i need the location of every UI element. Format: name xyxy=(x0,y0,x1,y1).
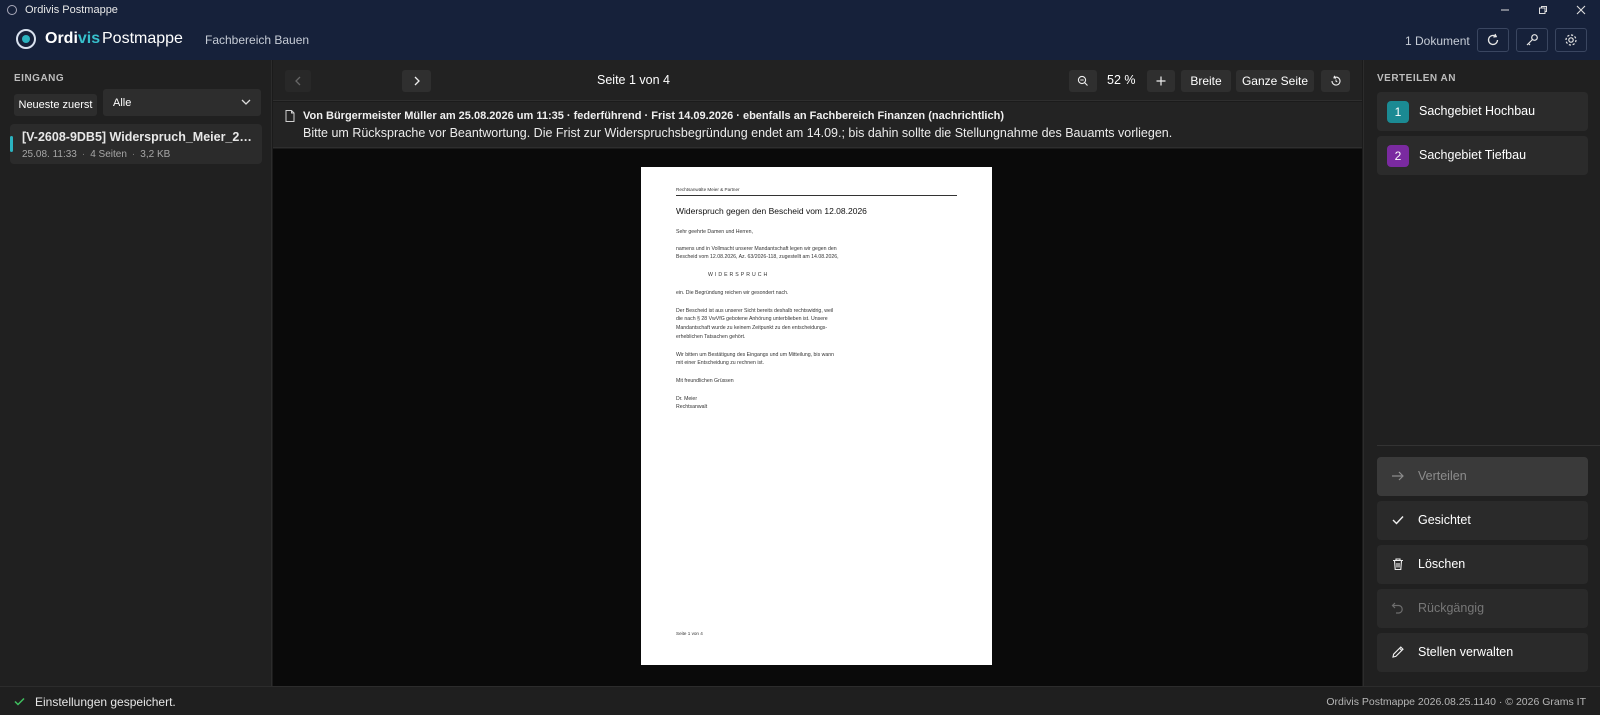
letterhead: Rechtsanwälte Meier & Partner xyxy=(676,187,740,192)
manage-targets-button[interactable]: Stellen verwalten xyxy=(1377,633,1588,672)
close-icon xyxy=(1576,5,1586,15)
salutation: Sehr geehrte Damen und Herren, xyxy=(676,229,753,235)
note-text: Bitte um Rücksprache vor Beantwortung. D… xyxy=(303,126,1173,140)
selection-indicator xyxy=(10,136,13,152)
filter-value: Alle xyxy=(113,96,132,109)
target-hochbau[interactable]: 1 Sachgebiet Hochbau xyxy=(1377,92,1588,131)
minimize-icon xyxy=(1501,9,1509,11)
divider xyxy=(1377,445,1600,446)
refresh-icon xyxy=(1487,33,1499,46)
distribute-label-text: Verteilen xyxy=(1418,469,1467,483)
delete-label: Löschen xyxy=(1418,557,1466,571)
chevron-left-icon xyxy=(295,76,301,86)
signer-title: Rechtsanwalt xyxy=(676,404,708,410)
item-title: [V-2608-9DB5] Widerspruch_Meier_2026.pdf xyxy=(22,130,258,144)
fit-width-button[interactable]: Breite xyxy=(1181,70,1231,92)
keyword-line: WIDERSPRUCH xyxy=(708,272,770,278)
pencil-icon xyxy=(1392,646,1404,658)
brand-name: Ordivis xyxy=(45,30,101,47)
undo-icon xyxy=(1391,602,1403,614)
rotate-button[interactable] xyxy=(1321,70,1350,92)
logo-icon xyxy=(16,29,36,49)
restore-button[interactable] xyxy=(1524,0,1562,20)
manage-label: Stellen verwalten xyxy=(1418,645,1514,659)
chevron-down-icon xyxy=(241,99,251,105)
note-header: Von Bürgermeister Müller am 25.08.2026 u… xyxy=(303,110,1004,122)
department-label: Fachbereich Bauen xyxy=(205,33,310,47)
chevron-right-icon xyxy=(414,76,420,86)
status-bar: Einstellungen gespeichert. Ordivis Postm… xyxy=(0,686,1600,715)
viewer-toolbar: Seite 1 von 4 52 % Breite Ganze Seite xyxy=(273,60,1362,101)
item-date: 25.08. 11:33 xyxy=(22,149,77,160)
document-count: 1 Dokument xyxy=(1405,34,1470,48)
delete-button[interactable]: Löschen xyxy=(1377,545,1588,584)
page-indicator: Seite 1 von 4 xyxy=(597,73,670,87)
next-page-button[interactable] xyxy=(402,70,431,92)
title-bar: Ordivis Postmappe xyxy=(0,0,1600,20)
zoom-in-button[interactable] xyxy=(1147,70,1175,92)
page-footer: Seite 1 von 4 xyxy=(676,631,703,636)
distribute-label: VERTEILEN AN xyxy=(1377,73,1456,84)
close-button[interactable] xyxy=(1562,0,1600,20)
item-size: 3,2 KB xyxy=(140,149,171,160)
check-icon xyxy=(1392,516,1404,525)
key-icon xyxy=(1526,34,1538,46)
target-number: 2 xyxy=(1387,145,1409,167)
paragraph-line: die nach § 28 VwVfG gebotene Anhörung un… xyxy=(676,316,828,322)
app-header: Ordivis Postmappe Fachbereich Bauen 1 Do… xyxy=(0,20,1600,60)
target-label: Sachgebiet Tiefbau xyxy=(1419,148,1527,162)
paragraph-line: erheblichen Tatsachen gehört. xyxy=(676,334,746,340)
item-meta: 25.08. 11:33 · 4 Seiten · 3,2 KB xyxy=(22,149,171,160)
distribute-button[interactable]: Verteilen xyxy=(1377,457,1588,496)
trash-icon xyxy=(1393,558,1403,571)
minimize-button[interactable] xyxy=(1486,0,1524,20)
routing-note: Von Bürgermeister Müller am 25.08.2026 u… xyxy=(273,102,1362,148)
gear-icon xyxy=(1565,34,1577,46)
item-pages: 4 Seiten xyxy=(90,149,127,160)
seen-button[interactable]: Gesichtet xyxy=(1377,501,1588,540)
key-button[interactable] xyxy=(1516,28,1548,52)
document-heading: Widerspruch gegen den Bescheid vom 12.08… xyxy=(676,206,867,216)
arrow-right-icon xyxy=(1392,471,1404,481)
seen-label: Gesichtet xyxy=(1418,513,1471,527)
check-icon xyxy=(14,697,25,706)
document-icon xyxy=(285,110,295,122)
distribution-panel: VERTEILEN AN 1 Sachgebiet Hochbau 2 Sach… xyxy=(1363,60,1600,686)
fit-page-button[interactable]: Ganze Seite xyxy=(1236,70,1314,92)
letterhead-rule xyxy=(676,195,957,196)
list-item[interactable]: [V-2608-9DB5] Widerspruch_Meier_2026.pdf… xyxy=(10,124,262,164)
zoom-out-button[interactable] xyxy=(1069,70,1097,92)
settings-button[interactable] xyxy=(1555,28,1587,52)
zoom-level: 52 % xyxy=(1107,73,1136,87)
target-tiefbau[interactable]: 2 Sachgebiet Tiefbau xyxy=(1377,136,1588,175)
sort-button[interactable]: Neueste zuerst xyxy=(14,94,97,116)
zoom-out-icon xyxy=(1077,75,1088,86)
window-controls xyxy=(1486,0,1600,20)
brand-subtitle: Postmappe xyxy=(102,30,183,47)
inbox-panel: EINGANG Neueste zuerst Alle [V-2608-9DB5… xyxy=(0,60,272,686)
refresh-button[interactable] xyxy=(1477,28,1509,52)
app-icon xyxy=(7,5,17,15)
paragraph-line: Mandantschaft wurde zu keinem Zeitpunkt … xyxy=(676,325,828,331)
inbox-label: EINGANG xyxy=(14,73,65,84)
window-title: Ordivis Postmappe xyxy=(25,4,118,16)
prev-page-button[interactable] xyxy=(285,70,311,92)
target-label: Sachgebiet Hochbau xyxy=(1419,104,1536,118)
undo-button[interactable]: Rückgängig xyxy=(1377,589,1588,628)
undo-label: Rückgängig xyxy=(1418,601,1485,615)
status-message: Einstellungen gespeichert. xyxy=(35,695,176,709)
rotate-icon xyxy=(1330,75,1341,86)
filter-select[interactable]: Alle xyxy=(103,89,261,116)
document-page: Rechtsanwälte Meier & Partner Widerspruc… xyxy=(641,167,992,665)
paragraph-line: Bescheid vom 12.08.2026, Az. 63/2026-118… xyxy=(676,254,839,260)
paragraph-line: ein. Die Begründung reichen wir gesonder… xyxy=(676,290,789,296)
plus-icon xyxy=(1156,76,1166,86)
restore-icon xyxy=(1539,6,1547,14)
closing: Mit freundlichen Grüssen xyxy=(676,378,734,384)
version-info: Ordivis Postmappe 2026.08.25.1140 · © 20… xyxy=(1326,696,1586,708)
target-number: 1 xyxy=(1387,101,1409,123)
paragraph-line: mit einer Entscheidung zu rechnen ist. xyxy=(676,360,764,366)
